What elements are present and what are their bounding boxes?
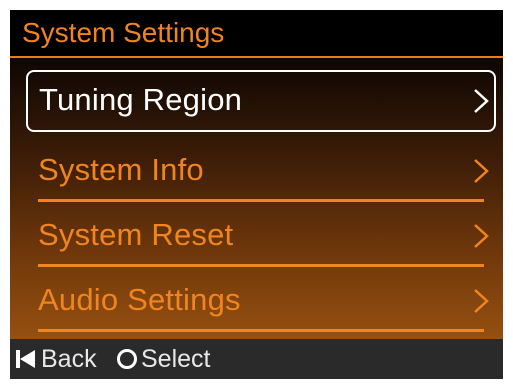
header-bar: System Settings <box>10 10 503 58</box>
menu-item-tuning-region[interactable]: Tuning Region <box>26 70 496 132</box>
chevron-right-icon <box>474 159 489 183</box>
menu-item-label: System Reset <box>38 217 234 252</box>
menu-item-system-info[interactable]: System Info <box>26 140 496 202</box>
divider <box>38 329 484 332</box>
select-label: Select <box>141 345 211 373</box>
menu-item-label: Audio Settings <box>38 282 241 317</box>
skip-back-icon[interactable] <box>16 349 36 369</box>
menu-item-system-reset[interactable]: System Reset <box>26 205 496 267</box>
device-screen: System Settings Tuning Region System Inf… <box>10 10 503 379</box>
chevron-right-icon <box>474 224 489 248</box>
divider <box>38 264 484 267</box>
back-label: Back <box>41 345 97 373</box>
divider <box>38 199 484 202</box>
settings-menu: Tuning Region System Info System Reset A… <box>10 58 503 339</box>
menu-item-label: Tuning Region <box>39 82 243 117</box>
footer-bar: Back Select <box>10 339 503 379</box>
chevron-right-icon <box>474 89 489 113</box>
menu-item-audio-settings[interactable]: Audio Settings <box>26 270 496 332</box>
circle-icon[interactable] <box>116 348 138 370</box>
page-title: System Settings <box>22 17 225 48</box>
chevron-right-icon <box>474 289 489 313</box>
menu-item-label: System Info <box>38 152 204 187</box>
